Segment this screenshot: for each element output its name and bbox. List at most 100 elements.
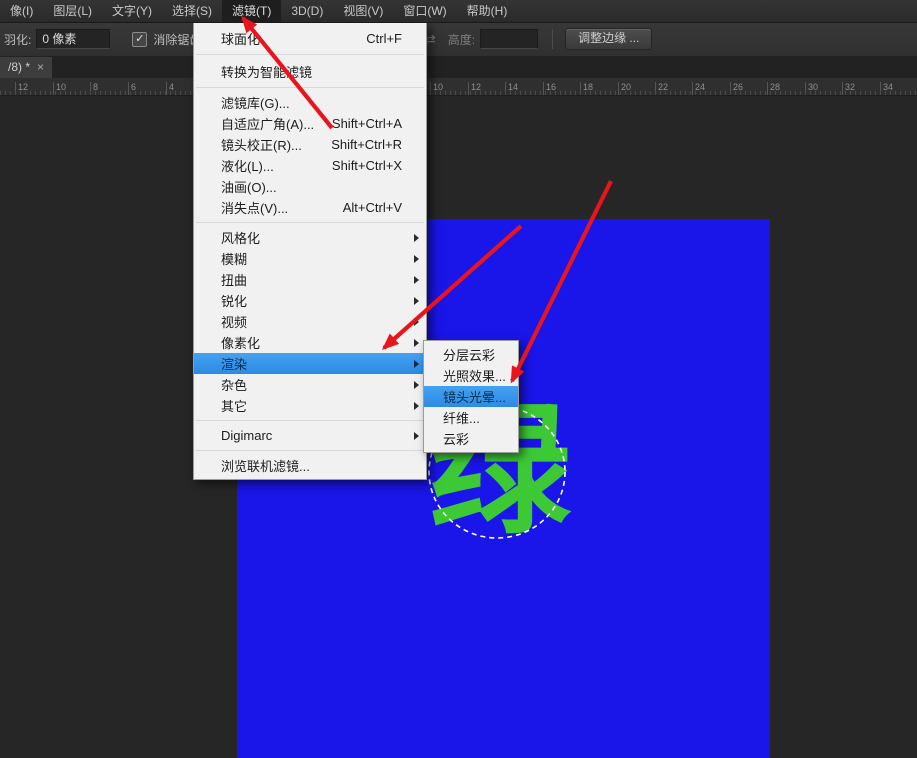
menu-item-label: 光照效果... xyxy=(443,366,506,385)
menu-item[interactable]: 浏览联机滤镜... xyxy=(194,455,426,476)
menu-bar: 像(I)图层(L)文字(Y)选择(S)滤镜(T)3D(D)视图(V)窗口(W)帮… xyxy=(0,0,917,23)
menu-item[interactable]: 像素化 xyxy=(194,332,426,353)
menubar-item[interactable]: 像(I) xyxy=(0,0,43,22)
height-input[interactable] xyxy=(480,29,538,49)
menu-item-label: 锐化 xyxy=(221,291,247,310)
menubar-item[interactable]: 滤镜(T) xyxy=(222,0,281,22)
ruler-tick-label: 10 xyxy=(433,82,443,92)
menu-separator xyxy=(196,87,424,88)
menu-item-label: 纤维... xyxy=(443,408,480,427)
menu-item[interactable]: 转换为智能滤镜 xyxy=(194,59,426,83)
menu-item[interactable]: 镜头校正(R)... Shift+Ctrl+R xyxy=(194,134,426,155)
menu-item[interactable]: 渲染 xyxy=(194,353,426,374)
submenu-arrow-icon xyxy=(414,234,419,242)
menu-item-label: 模糊 xyxy=(221,249,247,268)
menu-item[interactable]: 消失点(V)... Alt+Ctrl+V xyxy=(194,197,426,218)
menu-item-label: 自适应广角(A)... xyxy=(221,114,314,133)
menu-item-label: 转换为智能滤镜 xyxy=(221,62,312,81)
menu-item-label: Digimarc xyxy=(221,428,272,443)
menubar-item[interactable]: 帮助(H) xyxy=(457,0,518,22)
menu-item[interactable]: 杂色 xyxy=(194,374,426,395)
menu-item-label: 视频 xyxy=(221,312,247,331)
ruler-tick-label: 24 xyxy=(695,82,705,92)
menu-item[interactable]: 液化(L)... Shift+Ctrl+X xyxy=(194,155,426,176)
menu-item-label: 消失点(V)... xyxy=(221,198,288,217)
submenu-arrow-icon xyxy=(414,255,419,263)
menu-item[interactable]: 纤维... xyxy=(424,407,518,428)
menu-item[interactable]: 滤镜库(G)... xyxy=(194,92,426,113)
options-bar-right: ⇄ 高度: 调整边缘 ... xyxy=(424,22,652,56)
menubar-item[interactable]: 3D(D) xyxy=(281,0,333,22)
submenu-arrow-icon xyxy=(414,297,419,305)
ruler-tick-label: 4 xyxy=(169,82,174,92)
submenu-arrow-icon xyxy=(414,276,419,284)
menu-item-label: 像素化 xyxy=(221,333,260,352)
menubar-item[interactable]: 选择(S) xyxy=(162,0,222,22)
render-submenu: 分层云彩 光照效果... 镜头光晕... 纤维... 云彩 xyxy=(423,340,519,453)
menu-item-label: 扭曲 xyxy=(221,270,247,289)
menu-item-label: 其它 xyxy=(221,396,247,415)
submenu-arrow-icon xyxy=(414,318,419,326)
menu-item-shortcut: Ctrl+F xyxy=(366,31,402,46)
menu-item[interactable]: 锐化 xyxy=(194,290,426,311)
menubar-item[interactable]: 文字(Y) xyxy=(102,0,162,22)
menu-item-label: 滤镜库(G)... xyxy=(221,93,290,112)
menubar-item[interactable]: 视图(V) xyxy=(333,0,393,22)
menu-item-label: 分层云彩 xyxy=(443,345,495,364)
submenu-arrow-icon xyxy=(414,339,419,347)
menu-item[interactable]: 油画(O)... xyxy=(194,176,426,197)
ruler-tick-label: 20 xyxy=(621,82,631,92)
menu-separator xyxy=(196,54,424,55)
menu-item[interactable]: 其它 xyxy=(194,395,426,416)
menu-item-label: 杂色 xyxy=(221,375,247,394)
menu-item-label: 渲染 xyxy=(221,354,247,373)
filter-menu: 球面化 Ctrl+F 转换为智能滤镜 滤镜库(G)... 自适应广角(A)...… xyxy=(193,22,427,480)
document-tab-bar: /8) * × xyxy=(0,56,917,78)
menu-item[interactable]: 风格化 xyxy=(194,227,426,248)
menu-item-shortcut: Alt+Ctrl+V xyxy=(343,200,402,215)
ruler-tick-label: 14 xyxy=(508,82,518,92)
menu-item[interactable]: 云彩 xyxy=(424,428,518,449)
ruler-tick-label: 8 xyxy=(93,82,98,92)
menu-item[interactable]: 镜头光晕... xyxy=(424,386,518,407)
height-label: 高度: xyxy=(448,31,475,48)
ruler-tick-label: 12 xyxy=(471,82,481,92)
tab-close-icon[interactable]: × xyxy=(37,60,44,74)
menubar-item[interactable]: 窗口(W) xyxy=(393,0,456,22)
menu-item[interactable]: Digimarc xyxy=(194,425,426,446)
menu-item-label: 云彩 xyxy=(443,429,469,448)
ruler-tick-label: 26 xyxy=(733,82,743,92)
ruler-tick-label: 28 xyxy=(770,82,780,92)
feather-input[interactable]: 0 像素 xyxy=(36,29,110,49)
antialias-checkbox[interactable]: ✓ xyxy=(132,32,147,47)
ruler-tick-label: 18 xyxy=(583,82,593,92)
menu-separator xyxy=(196,420,424,421)
menu-item-label: 浏览联机滤镜... xyxy=(221,456,310,475)
menu-item-label: 风格化 xyxy=(221,228,260,247)
menu-item-label: 液化(L)... xyxy=(221,156,274,175)
menu-item[interactable]: 分层云彩 xyxy=(424,344,518,365)
menu-item[interactable]: 模糊 xyxy=(194,248,426,269)
menu-item[interactable]: 光照效果... xyxy=(424,365,518,386)
refine-edge-button[interactable]: 调整边缘 ... xyxy=(565,28,652,50)
menu-separator xyxy=(196,222,424,223)
menu-separator xyxy=(196,450,424,451)
menu-item[interactable]: 自适应广角(A)... Shift+Ctrl+A xyxy=(194,113,426,134)
ruler-tick-label: 32 xyxy=(845,82,855,92)
ruler-tick-label: 16 xyxy=(546,82,556,92)
submenu-arrow-icon xyxy=(414,360,419,368)
ruler-tick-label: 6 xyxy=(131,82,136,92)
submenu-arrow-icon xyxy=(414,402,419,410)
menu-item[interactable]: 球面化 Ctrl+F xyxy=(194,26,426,50)
document-tab-label: /8) * xyxy=(8,60,30,74)
ruler-tick-label: 10 xyxy=(56,82,66,92)
ruler-tick-label: 12 xyxy=(18,82,28,92)
menu-item-shortcut: Shift+Ctrl+X xyxy=(332,158,402,173)
menu-item-shortcut: Shift+Ctrl+A xyxy=(332,116,402,131)
horizontal-ruler[interactable]: 121086420246810121416182022242628303234 xyxy=(0,78,917,96)
menu-item[interactable]: 视频 xyxy=(194,311,426,332)
menubar-item[interactable]: 图层(L) xyxy=(43,0,102,22)
document-tab[interactable]: /8) * × xyxy=(0,56,52,78)
submenu-arrow-icon xyxy=(414,381,419,389)
menu-item[interactable]: 扭曲 xyxy=(194,269,426,290)
